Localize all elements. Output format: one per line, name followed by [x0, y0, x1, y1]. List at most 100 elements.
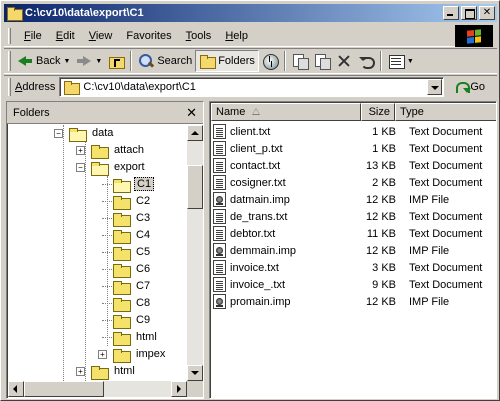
views-button[interactable]: ▼ — [385, 50, 417, 72]
file-name-cell: datmain.imp — [212, 192, 362, 207]
address-bar: Address C:\cv10\data\export\C1 Go — [4, 75, 497, 97]
minimize-button[interactable] — [443, 6, 459, 20]
folder-tree-vertical-scrollbar[interactable] — [187, 125, 203, 381]
scroll-thumb[interactable] — [187, 165, 203, 209]
toolbar-grip[interactable] — [8, 51, 11, 71]
menu-edit[interactable]: Edit — [49, 28, 82, 44]
column-header-type[interactable]: Type — [395, 103, 496, 121]
menu-tools[interactable]: Tools — [179, 28, 219, 44]
delete-button[interactable] — [333, 50, 355, 72]
sort-ascending-icon — [252, 108, 260, 115]
column-header-size[interactable]: Size — [361, 103, 395, 121]
menu-grip[interactable] — [8, 27, 11, 44]
tree-item-label: C1 — [134, 177, 155, 191]
folder-icon — [113, 229, 131, 244]
tree-item-label: data — [92, 127, 114, 139]
file-row[interactable]: promain.imp 12 KB IMP File — [212, 293, 496, 310]
close-folders-pane-icon[interactable]: ✕ — [186, 105, 197, 121]
file-row[interactable]: client.txt 1 KB Text Document — [212, 123, 496, 140]
expand-icon[interactable]: + — [98, 350, 107, 359]
file-name: promain.imp — [230, 295, 291, 308]
file-row[interactable]: invoice_.txt 9 KB Text Document — [212, 276, 496, 293]
file-row[interactable]: demmain.imp 12 KB IMP File — [212, 242, 496, 259]
folder-icon — [91, 365, 109, 380]
copy-to-button[interactable] — [311, 50, 333, 72]
tree-item[interactable]: attach — [91, 142, 146, 159]
column-header-name[interactable]: Name — [211, 103, 361, 121]
text-file-icon — [213, 209, 226, 224]
scroll-right-button[interactable] — [171, 381, 187, 397]
scroll-up-button[interactable] — [187, 125, 203, 141]
tree-item[interactable]: C7 — [113, 278, 152, 295]
folders-button[interactable]: Folders — [195, 50, 259, 72]
tree-item[interactable]: C8 — [113, 295, 152, 312]
menu-file[interactable]: File — [17, 28, 49, 44]
forward-button[interactable]: ▼ — [73, 50, 105, 72]
tree-item[interactable]: export — [91, 159, 147, 176]
back-dropdown-icon[interactable]: ▼ — [63, 58, 70, 65]
maximize-button[interactable] — [461, 6, 477, 20]
close-button[interactable]: ✕ — [479, 6, 495, 20]
folder-tree-horizontal-scrollbar[interactable] — [8, 381, 187, 397]
search-button[interactable]: Search — [135, 50, 195, 72]
up-folder-button[interactable] — [105, 50, 127, 72]
file-row[interactable]: cosigner.txt 2 KB Text Document — [212, 174, 496, 191]
address-grip[interactable] — [8, 77, 11, 96]
file-row[interactable]: client_p.txt 1 KB Text Document — [212, 140, 496, 157]
file-row[interactable]: invoice.txt 3 KB Text Document — [212, 259, 496, 276]
tree-item[interactable]: data — [69, 125, 115, 142]
folder-icon — [113, 263, 131, 278]
views-dropdown-icon[interactable]: ▼ — [407, 58, 414, 65]
file-size: 12 KB — [366, 244, 396, 257]
tree-item[interactable]: C3 — [113, 210, 152, 227]
scroll-left-button[interactable] — [8, 381, 24, 397]
menu-favorites[interactable]: Favorites — [119, 28, 178, 44]
expand-icon[interactable]: + — [76, 146, 85, 155]
text-file-icon — [213, 175, 226, 190]
tree-item-label: impex — [136, 348, 166, 360]
move-to-button[interactable] — [289, 50, 311, 72]
file-row[interactable]: contact.txt 13 KB Text Document — [212, 157, 496, 174]
toolbar-separator — [283, 51, 286, 71]
tree-item[interactable]: C9 — [113, 312, 152, 329]
undo-button[interactable] — [355, 50, 377, 72]
file-type: Text Document — [409, 125, 483, 138]
folder-tree: data − attach + export − C1 C2 C3 C4 C5 C6 C7 C8 C9 htm… — [7, 125, 185, 397]
folders-icon — [199, 53, 217, 69]
menu-help[interactable]: Help — [218, 28, 255, 44]
file-name-cell: demmain.imp — [212, 243, 362, 258]
tree-item[interactable]: C5 — [113, 244, 152, 261]
tree-item-label: attach — [114, 144, 144, 156]
back-button[interactable]: Back ▼ — [14, 50, 73, 72]
history-button[interactable] — [259, 50, 281, 72]
file-row[interactable]: debtor.txt 11 KB Text Document — [212, 225, 496, 242]
tree-item[interactable]: html — [91, 363, 137, 380]
folder-icon — [113, 348, 131, 363]
horizontal-scroll-thumb[interactable] — [24, 381, 104, 397]
address-dropdown-button[interactable] — [427, 78, 443, 95]
windows-logo — [455, 25, 493, 47]
file-type: Text Document — [409, 210, 483, 223]
tree-item[interactable]: impex — [113, 346, 167, 363]
file-type: Text Document — [409, 142, 483, 155]
collapse-icon[interactable]: − — [54, 129, 63, 138]
file-type: Text Document — [409, 159, 483, 172]
title-bar[interactable]: C:\cv10\data\export\C1 ✕ — [4, 4, 497, 22]
folders-pane-header: Folders ✕ — [7, 102, 203, 124]
go-button[interactable]: Go — [454, 79, 485, 95]
scroll-down-button[interactable] — [187, 365, 203, 381]
forward-dropdown-icon[interactable]: ▼ — [95, 58, 102, 65]
file-name-cell: debtor.txt — [212, 226, 362, 241]
tree-item[interactable]: C6 — [113, 261, 152, 278]
tree-item[interactable]: C2 — [113, 193, 152, 210]
tree-item[interactable]: C4 — [113, 227, 152, 244]
expand-icon[interactable]: + — [76, 367, 85, 376]
collapse-icon[interactable]: − — [76, 163, 85, 172]
delete-icon — [336, 53, 352, 69]
tree-item[interactable]: html — [113, 329, 159, 346]
file-row[interactable]: de_trans.txt 12 KB Text Document — [212, 208, 496, 225]
menu-view[interactable]: View — [82, 28, 120, 44]
address-input[interactable]: C:\cv10\data\export\C1 — [59, 76, 445, 97]
file-row[interactable]: datmain.imp 12 KB IMP File — [212, 191, 496, 208]
tree-item[interactable]: C1 — [113, 176, 155, 193]
